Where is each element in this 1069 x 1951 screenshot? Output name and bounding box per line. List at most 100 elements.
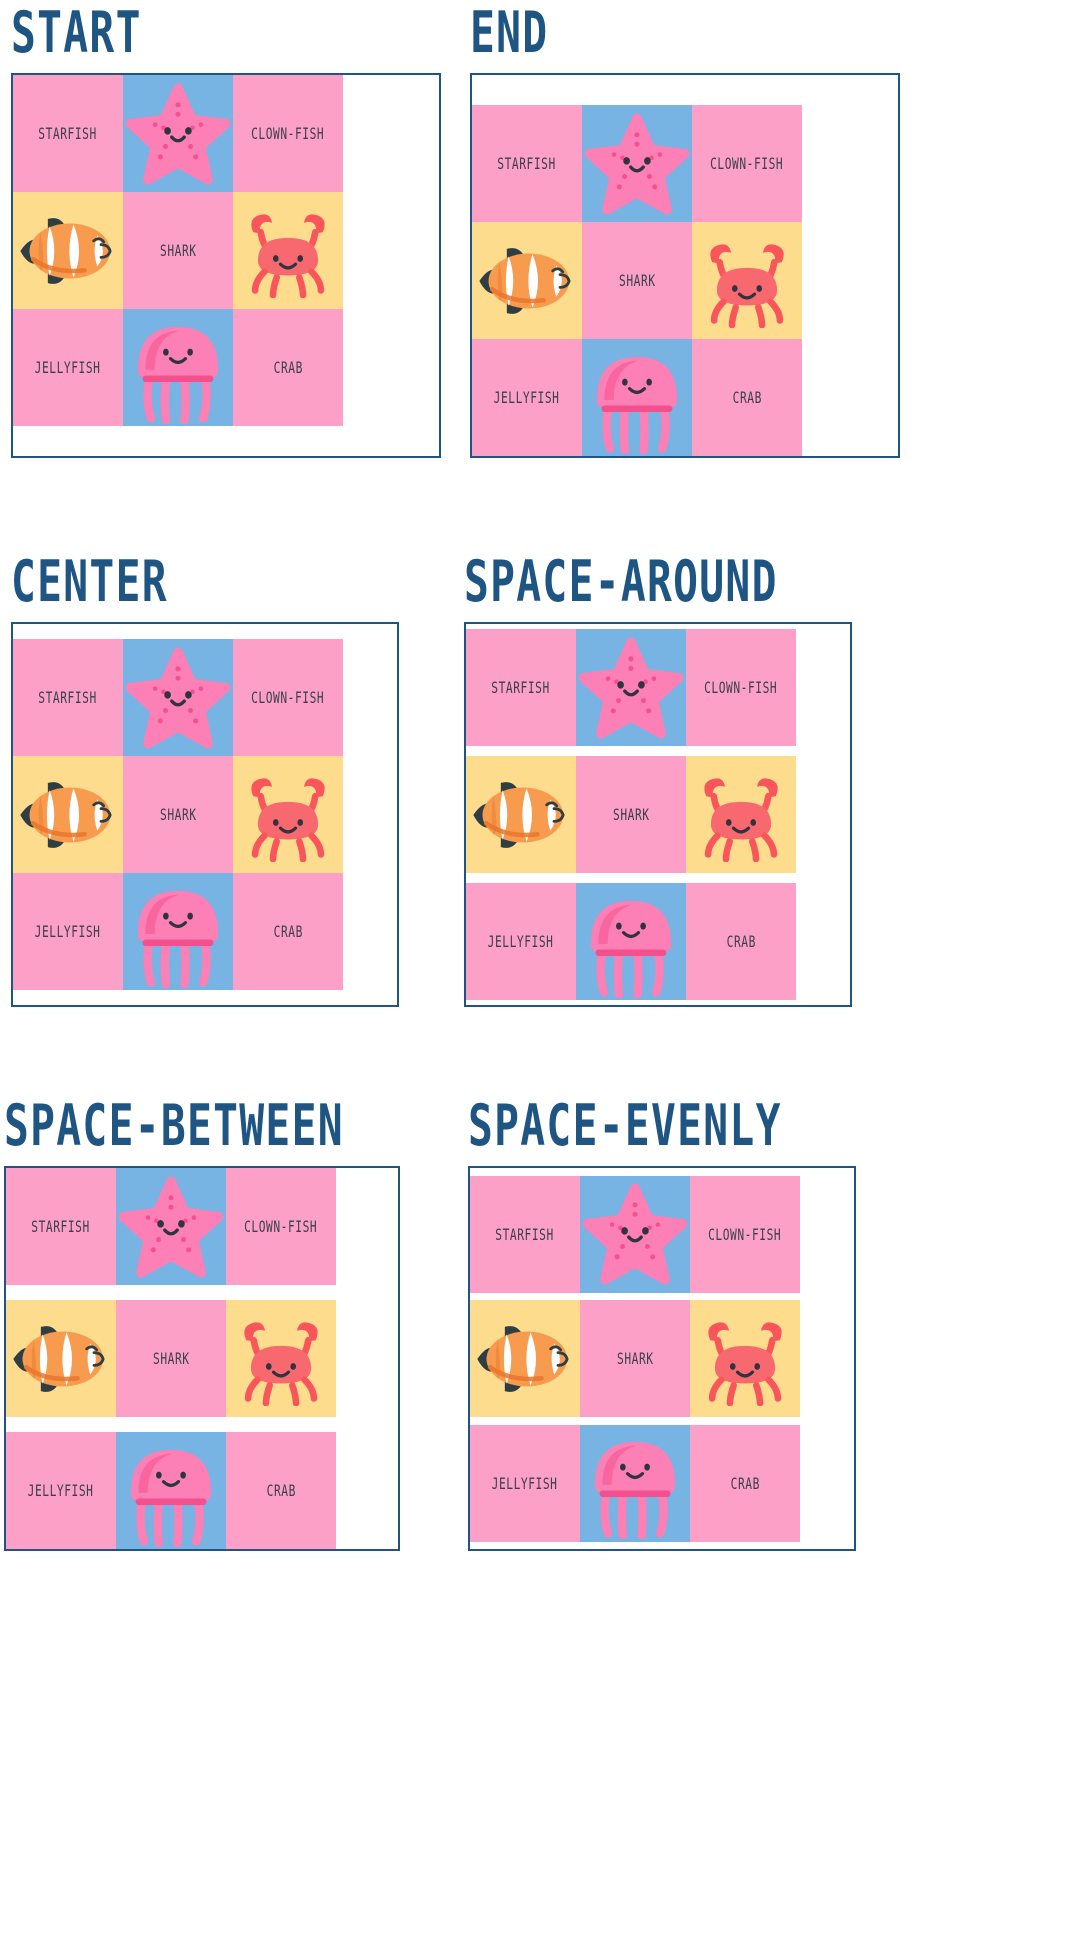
flex-item-jellyfish: JELLYFISH xyxy=(472,339,582,456)
flex-row: STARFISH CLOWN-FISH xyxy=(470,1175,854,1293)
flex-item-label: STARFISH xyxy=(38,688,98,707)
flex-item-label: STARFISH xyxy=(495,1224,555,1244)
flex-item-label: SHARK xyxy=(618,271,656,290)
flex-item-clown-fish: CLOWN-FISH xyxy=(233,75,343,192)
flex-container-start: STARFISH CLOWN-FISH SHARK JELLYFISH CRAB xyxy=(11,73,441,458)
flex-item-shark: SHARK xyxy=(123,192,233,309)
flex-item-starfish: STARFISH xyxy=(13,639,123,756)
flex-item-label: STARFISH xyxy=(491,678,551,697)
flex-item-starfish: STARFISH xyxy=(472,105,582,222)
clownfish-icon xyxy=(13,756,123,873)
flex-item-label: STARFISH xyxy=(497,154,557,173)
clownfish-icon xyxy=(466,756,576,873)
flex-item-label: JELLYFISH xyxy=(494,388,560,407)
flex-row: STARFISH CLOWN-FISH xyxy=(13,75,439,192)
flex-container-center: STARFISH CLOWN-FISH SHARK JELLYFISH CRAB xyxy=(11,622,399,1007)
flex-item-crab xyxy=(686,756,796,873)
flex-item-jellyfish: JELLYFISH xyxy=(466,883,576,1000)
flex-row: STARFISH CLOWN-FISH xyxy=(472,105,898,222)
clownfish-icon xyxy=(470,1300,580,1417)
flex-item-starfish: STARFISH xyxy=(6,1168,116,1285)
flex-item-label: JELLYFISH xyxy=(28,1481,94,1500)
flex-item-clownfish xyxy=(6,1300,116,1417)
clownfish-icon xyxy=(472,222,582,339)
panel-title-space-between: SPACE-BETWEEN xyxy=(4,1092,344,1159)
flex-item-starfish xyxy=(123,639,233,756)
flex-item-label: CRAB xyxy=(726,932,756,951)
flex-item-jellyfish xyxy=(580,1424,690,1542)
jellyfish-icon xyxy=(576,883,686,1000)
flex-item-crab: CRAB xyxy=(226,1432,336,1549)
flex-item-clown-fish: CLOWN-FISH xyxy=(226,1168,336,1285)
flex-item-label: CRAB xyxy=(266,1481,296,1500)
flex-item-crab: CRAB xyxy=(233,873,343,990)
panel-space-around: SPACE-AROUND STARFISH CLOWN-FISH SHARK J… xyxy=(464,554,852,1007)
flex-row: JELLYFISH CRAB xyxy=(470,1424,854,1542)
flex-row: SHARK xyxy=(470,1300,854,1417)
flex-item-jellyfish xyxy=(123,309,233,426)
flex-item-shark: SHARK xyxy=(116,1300,226,1417)
flex-item-crab: CRAB xyxy=(690,1424,800,1542)
flex-item-starfish xyxy=(582,105,692,222)
flex-container-space-evenly: STARFISH CLOWN-FISH SHARK JELLYFISH CRAB xyxy=(468,1166,856,1551)
flex-row: JELLYFISH CRAB xyxy=(6,1432,398,1549)
flex-item-label: CLOWN-FISH xyxy=(710,154,784,173)
flex-row: SHARK xyxy=(13,192,439,309)
flex-item-starfish xyxy=(116,1168,226,1285)
flex-item-label: CRAB xyxy=(273,922,303,941)
flex-row: SHARK xyxy=(466,756,850,873)
flex-container-space-between: STARFISH CLOWN-FISH SHARK JELLYFISH CRAB xyxy=(4,1166,400,1551)
panel-title-space-evenly: SPACE-EVENLY xyxy=(468,1092,782,1159)
flex-item-label: CRAB xyxy=(732,388,762,407)
flex-item-crab xyxy=(233,756,343,873)
starfish-icon xyxy=(582,105,692,222)
panel-center: CENTER STARFISH CLOWN-FISH SHARK JELLYFI… xyxy=(11,554,399,1007)
flex-item-crab xyxy=(692,222,802,339)
flex-item-label: CLOWN-FISH xyxy=(244,1217,318,1236)
flex-item-starfish xyxy=(576,629,686,746)
starfish-icon xyxy=(576,629,686,746)
starfish-icon xyxy=(580,1176,690,1293)
crab-icon xyxy=(226,1300,336,1417)
jellyfish-icon xyxy=(116,1432,226,1549)
crab-icon xyxy=(692,222,802,339)
flex-item-label: CLOWN-FISH xyxy=(708,1224,782,1244)
flex-item-clownfish xyxy=(13,756,123,873)
panel-space-between: SPACE-BETWEENSTARFISH CLOWN-FISH SHARK xyxy=(4,1098,400,1551)
flex-item-crab: CRAB xyxy=(686,883,796,1000)
flex-item-shark: SHARK xyxy=(123,756,233,873)
panel-title-center: CENTER xyxy=(11,548,168,615)
jellyfish-icon xyxy=(580,1425,690,1542)
flex-item-shark: SHARK xyxy=(576,756,686,873)
flex-item-jellyfish xyxy=(116,1432,226,1549)
flex-item-clownfish xyxy=(470,1300,580,1417)
panel-title-end: END xyxy=(470,0,549,66)
flex-item-label: CRAB xyxy=(730,1473,760,1493)
flex-item-label: JELLYFISH xyxy=(492,1473,558,1493)
flex-item-clown-fish: CLOWN-FISH xyxy=(686,629,796,746)
flex-item-label: CLOWN-FISH xyxy=(704,678,778,697)
flex-item-jellyfish: JELLYFISH xyxy=(6,1432,116,1549)
starfish-icon xyxy=(123,639,233,756)
flex-item-crab xyxy=(226,1300,336,1417)
flex-item-label: SHARK xyxy=(616,1349,654,1368)
flex-item-crab: CRAB xyxy=(692,339,802,456)
flex-item-label: JELLYFISH xyxy=(35,358,101,377)
flex-row: JELLYFISH CRAB xyxy=(13,873,397,990)
flex-item-crab xyxy=(690,1300,800,1417)
flex-row: STARFISH CLOWN-FISH xyxy=(6,1168,398,1285)
panel-start: START STARFISH CLOWN-FISH SHARK JELLYFIS… xyxy=(11,5,441,458)
flex-item-label: CRAB xyxy=(273,358,303,377)
flex-item-label: SHARK xyxy=(159,241,197,260)
flex-item-shark: SHARK xyxy=(582,222,692,339)
flex-item-starfish xyxy=(123,75,233,192)
panel-end: END STARFISH CLOWN-FISH SHARK JELLYFISH … xyxy=(470,5,900,458)
flex-item-clownfish xyxy=(466,756,576,873)
flex-row: SHARK xyxy=(472,222,898,339)
starfish-icon xyxy=(116,1168,226,1285)
panel-space-evenly: SPACE-EVENLY STARFISH CLOWN-FISH SHARK J… xyxy=(468,1098,856,1551)
crab-icon xyxy=(233,192,343,309)
flex-row: JELLYFISH CRAB xyxy=(13,309,439,426)
crab-icon xyxy=(233,756,343,873)
align-content-diagram: START STARFISH CLOWN-FISH SHARK JELLYFIS… xyxy=(0,0,1069,1951)
